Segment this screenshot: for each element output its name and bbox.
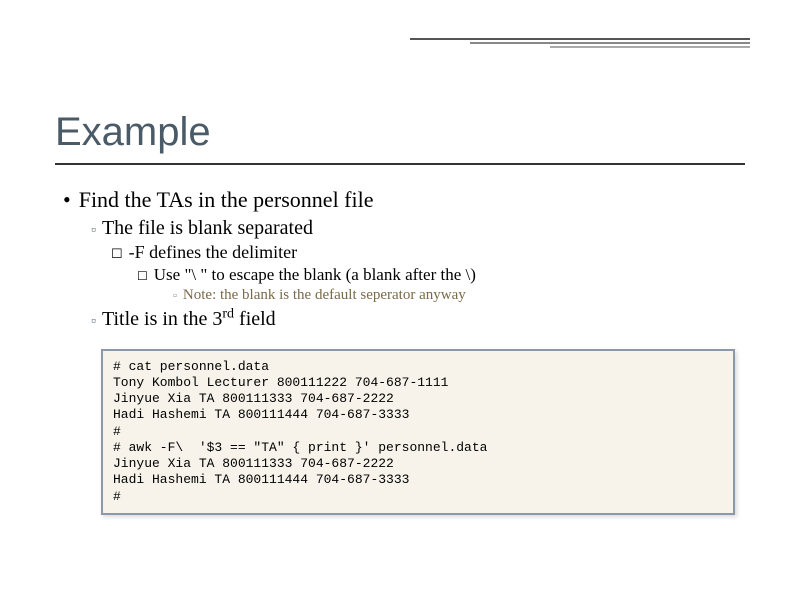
bullet-dot-icon: • bbox=[63, 187, 71, 212]
bullet-level1: • Find the TAs in the personnel file bbox=[63, 187, 745, 213]
header-decoration bbox=[410, 38, 750, 50]
text-pre: Title is in the 3 bbox=[102, 308, 222, 330]
slide-title: Example bbox=[55, 110, 745, 155]
code-block: # cat personnel.data Tony Kombol Lecture… bbox=[101, 349, 735, 515]
text-post: field bbox=[234, 308, 276, 330]
bullet-square-icon: ▫ bbox=[173, 290, 177, 302]
bullet-square-icon: ▫ bbox=[91, 223, 96, 238]
title-underline bbox=[55, 163, 745, 165]
bullet-level5: ▫ Note: the blank is the default seperato… bbox=[173, 287, 745, 304]
bullet-text: Title is in the 3rd field bbox=[102, 308, 276, 330]
slide-content: Example • Find the TAs in the personnel f… bbox=[0, 0, 800, 545]
text-sup: rd bbox=[222, 306, 234, 321]
bullet-level3: ☐ -F defines the delimiter bbox=[111, 242, 745, 263]
bullet-level4: ☐ Use "\ " to escape the blank (a blank a… bbox=[137, 265, 745, 285]
bullet-text: Note: the blank is the default seperator… bbox=[183, 287, 466, 303]
bullet-text: The file is blank separated bbox=[102, 217, 313, 239]
bullet-level2: ▫ Title is in the 3rd field bbox=[91, 306, 745, 331]
deco-line bbox=[550, 46, 750, 48]
deco-line bbox=[470, 42, 750, 44]
bullet-text: Use "\ " to escape the blank (a blank af… bbox=[154, 265, 476, 284]
bullet-level2: ▫ The file is blank separated bbox=[91, 217, 745, 240]
bullet-box-icon: ☐ bbox=[137, 269, 148, 283]
deco-line bbox=[410, 38, 750, 40]
bullet-text: -F defines the delimiter bbox=[129, 242, 297, 262]
bullet-text: Find the TAs in the personnel file bbox=[79, 187, 374, 212]
bullet-square-icon: ▫ bbox=[91, 314, 96, 329]
bullet-box-icon: ☐ bbox=[111, 246, 123, 261]
